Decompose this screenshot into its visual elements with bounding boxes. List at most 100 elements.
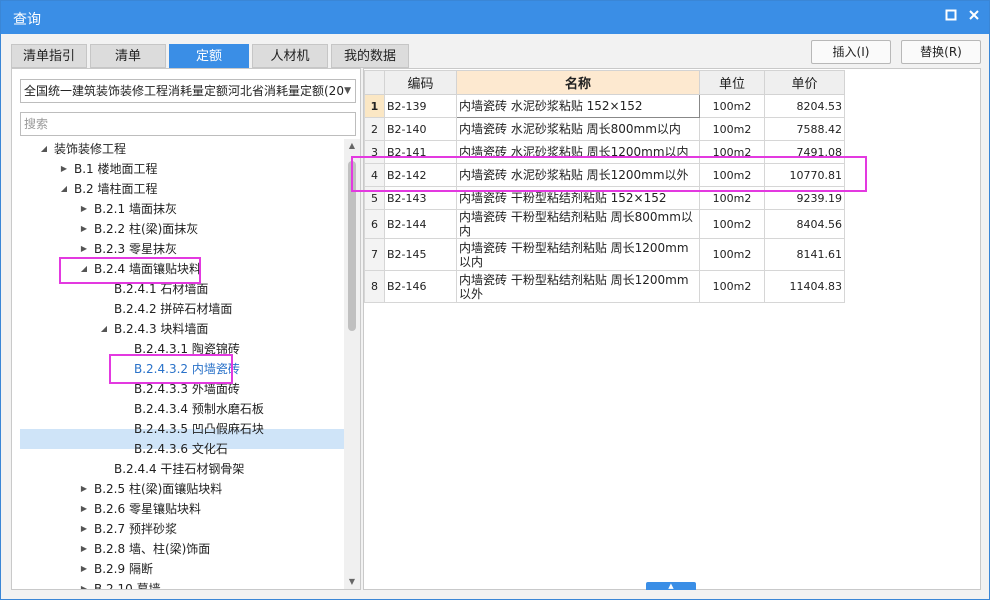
tree-node[interactable]: ▶ B.2.5 柱(梁)面镶贴块料 — [81, 479, 222, 499]
tree-node[interactable]: B.2.4.3.3 外墙面砖 — [134, 379, 240, 399]
unit-cell[interactable]: 100m2 — [699, 117, 765, 141]
name-cell[interactable]: 内墙瓷砖 干粉型粘结剂粘贴 周长1200mm以内 — [456, 238, 700, 271]
collapse-triangle-icon[interactable]: ▶ — [78, 499, 90, 519]
tree-node[interactable]: ▶ B.2.8 墙、柱(梁)饰面 — [81, 539, 210, 559]
tree-node[interactable]: ▶ B.2.3 零星抹灰 — [81, 239, 177, 259]
price-cell[interactable]: 8204.53 — [764, 94, 845, 118]
price-cell[interactable]: 9239.19 — [764, 186, 845, 210]
tab-quota[interactable]: 定额 — [169, 44, 249, 68]
collapse-triangle-icon[interactable]: ▶ — [78, 479, 90, 499]
unit-cell[interactable]: 100m2 — [699, 238, 765, 271]
collapse-triangle-icon[interactable]: ▶ — [78, 539, 90, 559]
scrollbar-thumb[interactable] — [348, 161, 356, 331]
tree-node[interactable]: B.2.4.1 石材墙面 — [114, 279, 208, 299]
tree-node[interactable]: B.2.4.3.1 陶瓷锦砖 — [134, 339, 240, 359]
row-number-cell[interactable]: 1 — [364, 94, 385, 118]
search-input[interactable] — [20, 112, 356, 136]
name-cell[interactable]: 内墙瓷砖 干粉型粘结剂粘贴 152×152 — [456, 186, 700, 210]
unit-cell[interactable]: 100m2 — [699, 270, 765, 303]
collapse-triangle-icon[interactable]: ▶ — [78, 239, 90, 259]
code-cell[interactable]: B2-141 — [384, 140, 457, 164]
code-cell[interactable]: B2-139 — [384, 94, 457, 118]
maximize-icon[interactable] — [941, 7, 961, 27]
name-cell[interactable]: 内墙瓷砖 水泥砂浆粘贴 周长1200mm以内 — [456, 140, 700, 164]
tree-node[interactable]: B.2.4.3.5 凹凸假麻石块 — [134, 419, 264, 439]
expand-triangle-icon[interactable]: ◢ — [78, 259, 90, 279]
table-row[interactable]: 3 B2-141 内墙瓷砖 水泥砂浆粘贴 周长1200mm以内 100m2 7491.0… — [364, 140, 845, 164]
replace-button[interactable]: 替换(R) — [901, 40, 981, 64]
tree-node[interactable]: B.2.4.3.4 预制水磨石板 — [134, 399, 264, 419]
collapse-triangle-icon[interactable]: ▶ — [78, 519, 90, 539]
tree-node[interactable]: B.2.4.3.6 文化石 — [134, 439, 228, 459]
quota-library-select[interactable]: 全国统一建筑装饰装修工程消耗量定额河北省消耗量定额(20 ▼ — [20, 79, 356, 103]
code-cell[interactable]: B2-143 — [384, 186, 457, 210]
unit-cell[interactable]: 100m2 — [699, 186, 765, 210]
row-number-cell[interactable]: 2 — [364, 117, 385, 141]
name-cell[interactable]: 内墙瓷砖 水泥砂浆粘贴 周长800mm以内 — [456, 117, 700, 141]
table-row[interactable]: 7 B2-145 内墙瓷砖 干粉型粘结剂粘贴 周长1200mm以内 100m2 8141… — [364, 238, 845, 271]
collapse-triangle-icon[interactable]: ▶ — [78, 579, 90, 589]
tab-list[interactable]: 清单 — [90, 44, 166, 68]
tab-list-guide[interactable]: 清单指引 — [11, 44, 87, 68]
name-cell[interactable]: 内墙瓷砖 水泥砂浆粘贴 周长1200mm以外 — [456, 163, 700, 187]
collapse-triangle-icon[interactable]: ▶ — [78, 219, 90, 239]
name-cell[interactable]: 内墙瓷砖 干粉型粘结剂粘贴 周长1200mm以外 — [456, 270, 700, 303]
price-cell[interactable]: 10770.81 — [764, 163, 845, 187]
row-number-cell[interactable]: 4 — [364, 163, 385, 187]
panel-toggle-tab[interactable]: ▲ — [646, 582, 696, 590]
tree-node[interactable]: B.2.4.3.2 内墙瓷砖 — [134, 359, 240, 379]
row-number-cell[interactable]: 6 — [364, 209, 385, 239]
tree-node[interactable]: ▶ B.2.9 隔断 — [81, 559, 153, 579]
unit-cell[interactable]: 100m2 — [699, 209, 765, 239]
header-unit[interactable]: 单位 — [699, 70, 765, 95]
tree-scrollbar[interactable]: ▲ ▼ — [344, 139, 360, 589]
code-cell[interactable]: B2-140 — [384, 117, 457, 141]
tree-node[interactable]: B.2.4.4 干挂石材钢骨架 — [114, 459, 244, 479]
unit-cell[interactable]: 100m2 — [699, 94, 765, 118]
tree-node[interactable]: ▶ B.2.1 墙面抹灰 — [81, 199, 177, 219]
tree-node[interactable]: B.2.4.2 拼碎石材墙面 — [114, 299, 232, 319]
collapse-triangle-icon[interactable]: ▶ — [78, 199, 90, 219]
table-row[interactable]: 6 B2-144 内墙瓷砖 干粉型粘结剂粘贴 周长800mm以内 100m2 8404.… — [364, 209, 845, 239]
table-row[interactable]: 4 B2-142 内墙瓷砖 水泥砂浆粘贴 周长1200mm以外 100m2 10770.… — [364, 163, 845, 187]
collapse-triangle-icon[interactable]: ▶ — [58, 159, 70, 179]
code-cell[interactable]: B2-144 — [384, 209, 457, 239]
unit-cell[interactable]: 100m2 — [699, 163, 765, 187]
table-row[interactable]: 8 B2-146 内墙瓷砖 干粉型粘结剂粘贴 周长1200mm以外 100m2 1140… — [364, 270, 845, 303]
row-number-cell[interactable]: 8 — [364, 270, 385, 303]
tree-node[interactable]: ◢ B.2.4.3 块料墙面 — [101, 319, 208, 339]
price-cell[interactable]: 8141.61 — [764, 238, 845, 271]
tab-labor-material-machine[interactable]: 人材机 — [252, 44, 328, 68]
price-cell[interactable]: 7491.08 — [764, 140, 845, 164]
tab-my-data[interactable]: 我的数据 — [331, 44, 409, 68]
tree-node[interactable]: ◢ B.2.4 墙面镶贴块料 — [81, 259, 201, 279]
name-cell[interactable]: 内墙瓷砖 干粉型粘结剂粘贴 周长800mm以内 — [456, 209, 700, 239]
tree-node[interactable]: ▶ B.2.10 幕墙 — [81, 579, 161, 589]
tree-node[interactable]: ▶ B.2.6 零星镶贴块料 — [81, 499, 201, 519]
table-row[interactable]: 5 B2-143 内墙瓷砖 干粉型粘结剂粘贴 152×152 100m2 9239.19 — [364, 186, 845, 210]
tree-node[interactable]: ◢ B.2 墙柱面工程 — [61, 179, 158, 199]
close-icon[interactable] — [964, 7, 984, 27]
price-cell[interactable]: 8404.56 — [764, 209, 845, 239]
insert-button[interactable]: 插入(I) — [811, 40, 891, 64]
expand-triangle-icon[interactable]: ◢ — [58, 179, 70, 199]
name-cell[interactable]: 内墙瓷砖 水泥砂浆粘贴 152×152 — [456, 94, 700, 118]
tree-node[interactable]: ▶ B.2.7 预拌砂浆 — [81, 519, 177, 539]
tree-node[interactable]: ▶ B.2.2 柱(梁)面抹灰 — [81, 219, 198, 239]
scroll-up-icon[interactable]: ▲ — [347, 141, 357, 150]
row-number-cell[interactable]: 7 — [364, 238, 385, 271]
header-name[interactable]: 名称 — [456, 70, 700, 95]
row-number-cell[interactable]: 3 — [364, 140, 385, 164]
tree-node[interactable]: ◢ 装饰装修工程 — [41, 139, 126, 159]
expand-triangle-icon[interactable]: ◢ — [38, 139, 50, 159]
row-number-cell[interactable]: 5 — [364, 186, 385, 210]
tree-node[interactable]: ▶ B.1 楼地面工程 — [61, 159, 158, 179]
price-cell[interactable]: 7588.42 — [764, 117, 845, 141]
table-row[interactable]: 1 B2-139 内墙瓷砖 水泥砂浆粘贴 152×152 100m2 8204.53 — [364, 94, 845, 118]
expand-triangle-icon[interactable]: ◢ — [98, 319, 110, 339]
code-cell[interactable]: B2-142 — [384, 163, 457, 187]
header-code[interactable]: 编码 — [384, 70, 457, 95]
collapse-triangle-icon[interactable]: ▶ — [78, 559, 90, 579]
code-cell[interactable]: B2-146 — [384, 270, 457, 303]
header-price[interactable]: 单价 — [764, 70, 845, 95]
